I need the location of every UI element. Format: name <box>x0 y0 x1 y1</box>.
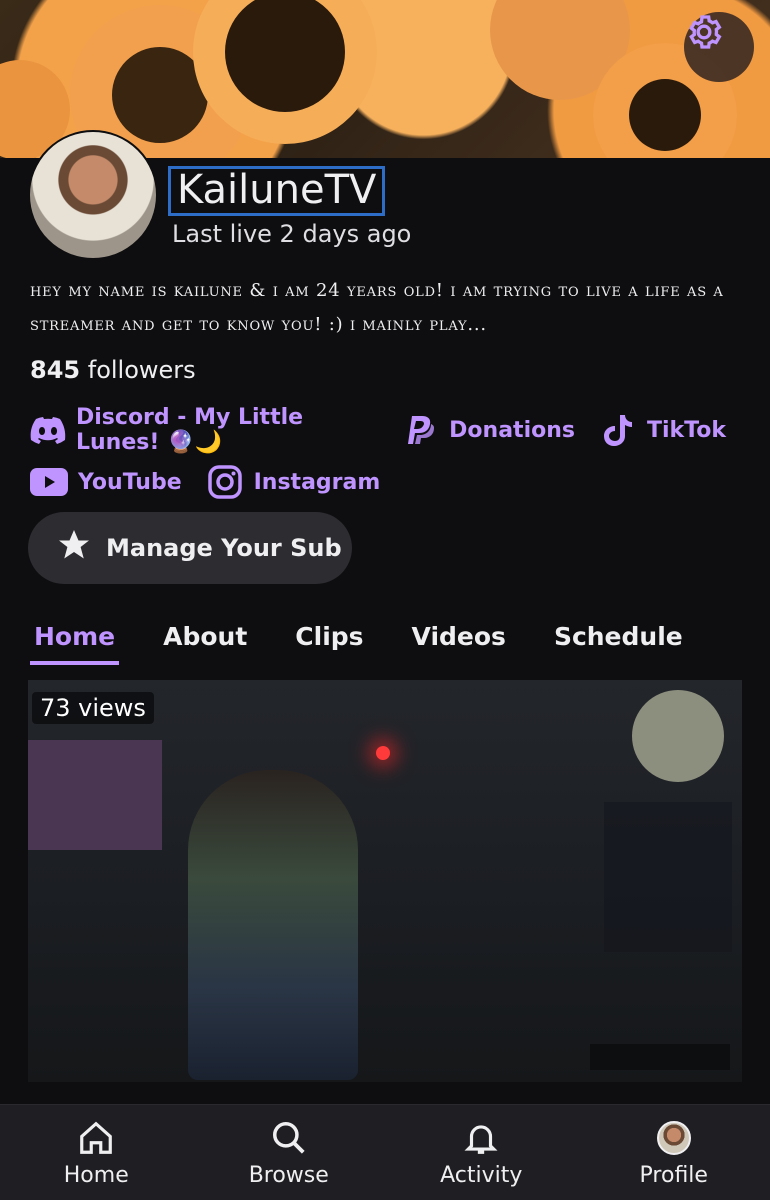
nav-activity[interactable]: Activity <box>411 1117 551 1188</box>
tab-videos[interactable]: Videos <box>408 622 510 665</box>
nav-browse[interactable]: Browse <box>219 1117 359 1188</box>
youtube-icon <box>30 463 68 501</box>
tab-schedule[interactable]: Schedule <box>550 622 687 665</box>
search-icon <box>270 1117 308 1159</box>
bottom-navigation: Home Browse Activity Profile <box>0 1104 770 1200</box>
social-links: Discord - My Little Lunes! 🔮🌙 Donations … <box>30 404 750 508</box>
followers-number: 845 <box>30 356 81 384</box>
nav-profile[interactable]: Profile <box>604 1117 744 1188</box>
tab-clips[interactable]: Clips <box>291 622 367 665</box>
nav-browse-label: Browse <box>248 1163 329 1188</box>
gear-icon <box>689 15 722 49</box>
tab-about[interactable]: About <box>159 622 251 665</box>
youtube-link-label: YouTube <box>78 469 182 495</box>
tiktok-icon <box>599 411 637 449</box>
followers-count: 845 followers <box>30 356 196 384</box>
instagram-link-label: Instagram <box>253 469 381 495</box>
channel-bio[interactable]: hey my name is kailune & i am 24 years o… <box>30 274 745 342</box>
instagram-icon <box>206 463 244 501</box>
star-icon <box>56 527 92 569</box>
tiktok-link-label: TikTok <box>646 417 726 443</box>
bell-icon <box>462 1117 500 1159</box>
webcam-overlay <box>28 740 162 850</box>
nav-activity-label: Activity <box>440 1163 523 1188</box>
nav-profile-label: Profile <box>639 1163 708 1188</box>
channel-name: KailuneTV <box>168 166 386 216</box>
game-minimap <box>632 690 724 782</box>
discord-link[interactable]: Discord - My Little Lunes! 🔮🌙 <box>30 405 377 455</box>
discord-link-label: Discord - My Little Lunes! 🔮🌙 <box>76 405 304 455</box>
nav-home-label: Home <box>63 1163 129 1188</box>
red-light <box>376 746 390 760</box>
tiktok-link[interactable]: TikTok <box>599 411 726 449</box>
view-count-badge: 73 views <box>32 692 154 724</box>
nav-home[interactable]: Home <box>26 1117 166 1188</box>
last-live-status: Last live 2 days ago <box>172 220 412 248</box>
manage-sub-label: Manage Your Sub <box>106 534 342 562</box>
tab-home[interactable]: Home <box>30 622 120 665</box>
stream-chat-overlay <box>604 802 732 952</box>
youtube-link[interactable]: YouTube <box>30 463 182 501</box>
settings-button[interactable] <box>684 12 754 82</box>
followers-label: followers <box>87 356 196 384</box>
instagram-link[interactable]: Instagram <box>206 463 381 501</box>
video-thumbnail[interactable] <box>28 680 742 1082</box>
channel-tabs: Home About Clips Videos Schedule <box>30 622 727 665</box>
home-icon <box>77 1117 115 1159</box>
game-hud <box>590 1044 730 1070</box>
channel-avatar[interactable] <box>28 130 158 260</box>
donations-link[interactable]: Donations <box>401 411 575 449</box>
paypal-icon <box>401 411 439 449</box>
game-character <box>188 770 358 1080</box>
avatar <box>656 1121 691 1155</box>
manage-sub-button[interactable]: Manage Your Sub <box>28 512 352 584</box>
donations-link-label: Donations <box>449 417 575 443</box>
discord-icon <box>30 411 66 449</box>
